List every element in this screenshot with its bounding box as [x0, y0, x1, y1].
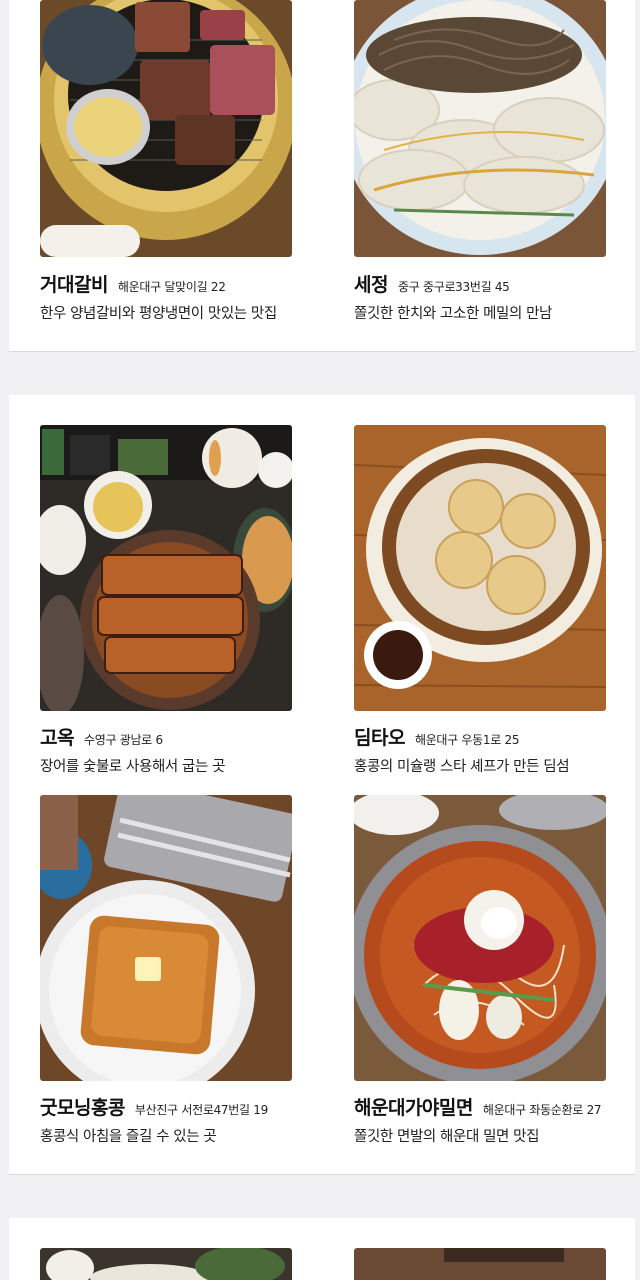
- buckwheat-noodle-squid-photo[interactable]: [354, 0, 606, 257]
- dim-sum-steamer-photo[interactable]: [354, 425, 606, 711]
- grilled-galbi-photo[interactable]: [40, 0, 292, 257]
- restaurant-name: 굿모닝홍콩: [40, 1097, 125, 1119]
- restaurant-address: 수영구 광남로 6: [83, 733, 163, 747]
- cold-milmyeon-photo[interactable]: [354, 795, 606, 1081]
- restaurant-address: 해운대구 달맞이길 22: [117, 280, 226, 294]
- grilled-eel-rice-photo[interactable]: [40, 425, 292, 711]
- restaurant-address: 해운대구 좌동순환로 27: [482, 1103, 602, 1117]
- restaurant-address: 중구 중구로33번길 45: [397, 280, 510, 294]
- restaurant-name: 세정: [354, 274, 388, 296]
- restaurant-card-group-2: 고옥 수영구 광남로 6 장어를 숯불로 사용해서 굽는 곳 딤타오 해운대구 …: [9, 395, 635, 1175]
- hk-french-toast-photo[interactable]: [40, 795, 292, 1081]
- restaurant-card-group-3: [9, 1218, 635, 1280]
- restaurant-card-group-1: 거대갈비 해운대구 달맞이길 22 한우 양념갈비와 평양냉면이 맛있는 맛집: [9, 0, 635, 352]
- restaurant-description: 홍콩식 아침을 즐길 수 있는 곳: [40, 1129, 217, 1145]
- restaurant-description: 홍콩의 미슐랭 스타 셰프가 만든 딤섬: [354, 759, 570, 775]
- food-photo-partial-right[interactable]: [354, 1248, 606, 1280]
- restaurant-name: 고옥: [40, 727, 74, 749]
- food-photo-partial-left[interactable]: [40, 1248, 292, 1280]
- restaurant-description: 쫄깃한 면발의 해운대 밀면 맛집: [354, 1129, 540, 1145]
- restaurant-name: 딤타오: [354, 727, 405, 749]
- restaurant-name: 해운대가야밀면: [354, 1097, 473, 1119]
- restaurant-description: 장어를 숯불로 사용해서 굽는 곳: [40, 759, 226, 775]
- restaurant-address: 부산진구 서전로47번길 19: [134, 1103, 268, 1117]
- restaurant-address: 해운대구 우동1로 25: [414, 733, 520, 747]
- restaurant-name: 거대갈비: [40, 274, 108, 296]
- restaurant-description: 한우 양념갈비와 평양냉면이 맛있는 맛집: [40, 306, 277, 322]
- restaurant-description: 쫄깃한 한치와 고소한 메밀의 만남: [354, 306, 552, 322]
